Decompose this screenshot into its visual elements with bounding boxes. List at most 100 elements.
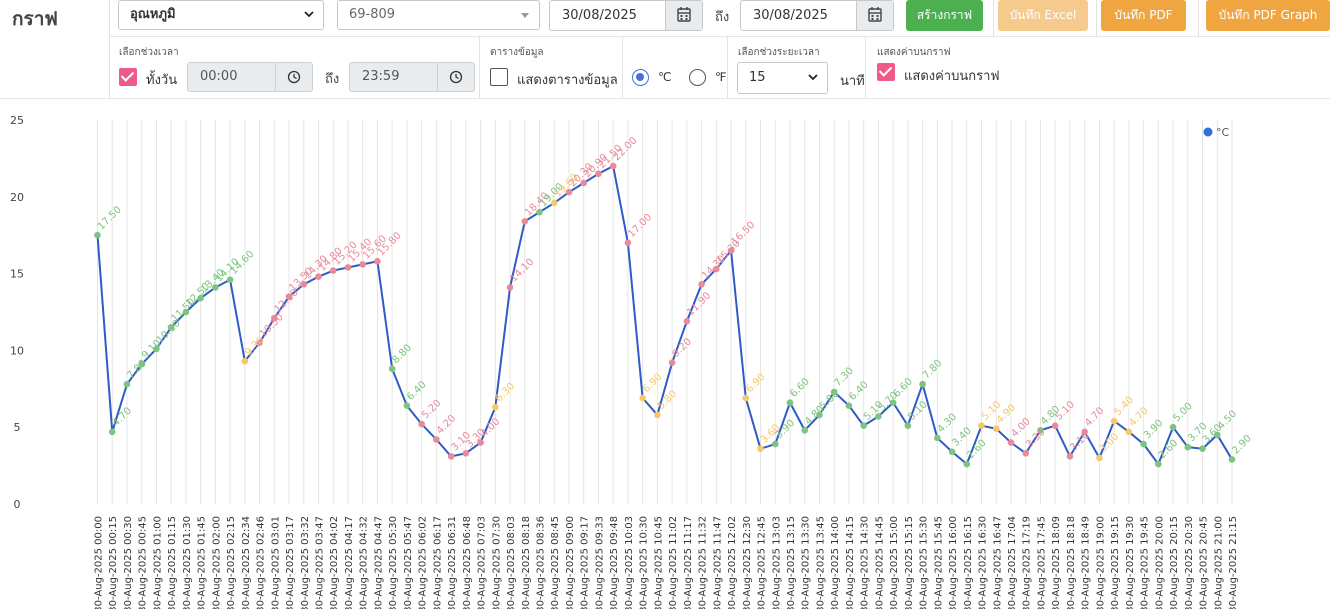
x-tick-label: 30-Aug-2025 19:45	[1140, 516, 1151, 609]
date-from-input[interactable]: 30/08/2025	[549, 0, 703, 31]
data-label: 17.50	[96, 204, 124, 232]
x-tick-label: 30-Aug-2025 06:02	[418, 516, 429, 609]
data-label: 5.20	[420, 398, 444, 422]
time-from-input[interactable]: 00:00	[187, 62, 313, 92]
time-range-label: เลือกช่วงเวลา	[119, 47, 179, 58]
data-point	[344, 264, 352, 271]
data-label: 3.90	[774, 418, 798, 442]
interval-label: เลือกช่วงระยะเวลา	[738, 47, 820, 58]
x-tick-label: 30-Aug-2025 06:17	[432, 516, 443, 609]
x-tick-label: 30-Aug-2025 06:48	[462, 516, 473, 609]
data-point	[1155, 460, 1162, 468]
calendar-icon[interactable]	[856, 1, 893, 30]
unit-celsius-radio[interactable]	[632, 69, 649, 86]
x-tick-label: 30-Aug-2025 18:18	[1066, 516, 1077, 609]
x-tick-label: 30-Aug-2025 13:45	[815, 516, 826, 609]
divider	[109, 0, 110, 98]
x-tick-label: 30-Aug-2025 13:15	[786, 516, 797, 609]
x-tick-label: 30-Aug-2025 08:03	[506, 516, 517, 609]
data-point	[108, 428, 116, 436]
divider	[109, 36, 1330, 37]
show-table-checkbox[interactable]	[490, 68, 508, 86]
date-to-value: 30/08/2025	[753, 8, 828, 23]
x-tick-label: 30-Aug-2025 00:00	[94, 516, 105, 609]
time-from-value: 00:00	[200, 69, 238, 84]
calendar-icon[interactable]	[665, 1, 702, 30]
data-point	[329, 267, 337, 274]
save-excel-button[interactable]: บันทึก Excel	[998, 0, 1088, 31]
data-point	[1051, 422, 1059, 429]
temperature-line-chart: 0510152025 30-Aug-2025 00:00 30-Aug-2025 …	[10, 114, 1254, 609]
data-label: 2.60	[965, 438, 989, 462]
data-label: 6.60	[788, 376, 812, 400]
data-point	[639, 394, 646, 402]
sensor-select[interactable]: อุณหภูมิ	[118, 0, 324, 30]
data-point	[1228, 456, 1236, 463]
x-tick-label: 30-Aug-2025 17:04	[1007, 516, 1018, 609]
all-day-checkbox[interactable]	[119, 68, 137, 86]
data-point	[433, 436, 440, 443]
x-tick-label: 30-Aug-2025 11:32	[698, 516, 709, 609]
data-label: 3.10	[1068, 430, 1092, 454]
data-label: 5.80	[818, 389, 842, 413]
legend-label: °C	[1216, 126, 1230, 139]
x-tick-label: 30-Aug-2025 09:17	[580, 516, 591, 609]
x-tick-label: 30-Aug-2025 01:00	[152, 516, 163, 609]
time-to-value: 23:59	[362, 69, 400, 84]
data-point	[1199, 445, 1206, 453]
x-tick-label: 30-Aug-2025 10:30	[639, 516, 650, 609]
data-label: 6.40	[847, 379, 871, 403]
x-tick-label: 30-Aug-2025 02:15	[226, 516, 237, 609]
save-pdf-graph-button[interactable]: บันทึก PDF Graph	[1206, 0, 1330, 31]
device-select[interactable]: 69-809	[337, 0, 540, 30]
data-point	[771, 440, 779, 448]
data-point	[624, 239, 632, 247]
x-tick-label: 30-Aug-2025 04:17	[344, 516, 355, 609]
data-point	[388, 365, 396, 373]
interval-select[interactable]: 15	[737, 62, 828, 94]
x-tick-label: 30-Aug-2025 20:45	[1199, 516, 1210, 609]
x-tick-label: 30-Aug-2025 14:45	[874, 516, 885, 609]
clock-icon	[437, 63, 474, 91]
y-tick-label: 0	[14, 498, 21, 511]
save-pdf-button[interactable]: บันทึก PDF	[1101, 0, 1186, 31]
chevron-down-icon	[303, 1, 315, 41]
date-to-label: ถึง	[715, 10, 730, 25]
y-tick-label: 5	[14, 421, 21, 434]
x-tick-label: 30-Aug-2025 00:15	[108, 516, 119, 609]
unit-fahrenheit-radio[interactable]	[689, 69, 706, 86]
data-point	[447, 453, 455, 460]
data-point	[904, 422, 912, 429]
divider	[1198, 0, 1199, 36]
data-label: 2.90	[1230, 433, 1254, 457]
x-tick-label: 30-Aug-2025 12:02	[727, 516, 738, 609]
chart-legend[interactable]: °C	[1203, 126, 1230, 139]
data-point	[241, 357, 249, 365]
x-tick-label: 30-Aug-2025 16:30	[978, 516, 989, 609]
data-label: 3.90	[1142, 418, 1166, 442]
data-label: 7.30	[833, 365, 857, 389]
divider	[479, 36, 480, 98]
unit-fahrenheit-label: ℉	[715, 70, 727, 84]
x-tick-label: 30-Aug-2025 16:15	[963, 516, 974, 609]
data-point	[1125, 428, 1133, 436]
data-point	[860, 422, 867, 429]
date-to-input[interactable]: 30/08/2025	[740, 0, 894, 31]
y-axis-ticks: 0 5 10 15 20 25	[10, 114, 24, 511]
x-tick-label: 30-Aug-2025 01:45	[197, 516, 208, 609]
data-point	[359, 261, 367, 268]
x-tick-label: 30-Aug-2025 08:45	[550, 516, 561, 609]
data-point	[742, 394, 750, 402]
time-to-input[interactable]: 23:59	[349, 62, 475, 92]
data-point	[506, 284, 514, 291]
x-tick-label: 30-Aug-2025 19:30	[1125, 516, 1136, 609]
show-values-checkbox[interactable]	[877, 63, 895, 81]
x-tick-label: 30-Aug-2025 20:00	[1154, 516, 1165, 609]
data-label: 6.40	[405, 379, 429, 403]
data-label: 6.60	[891, 376, 915, 400]
data-point	[992, 425, 1000, 433]
data-label: 4.00	[479, 416, 503, 440]
data-label: 6.90	[744, 372, 768, 396]
create-graph-button[interactable]: สร้างกราฟ	[906, 0, 983, 31]
data-point	[757, 445, 764, 453]
